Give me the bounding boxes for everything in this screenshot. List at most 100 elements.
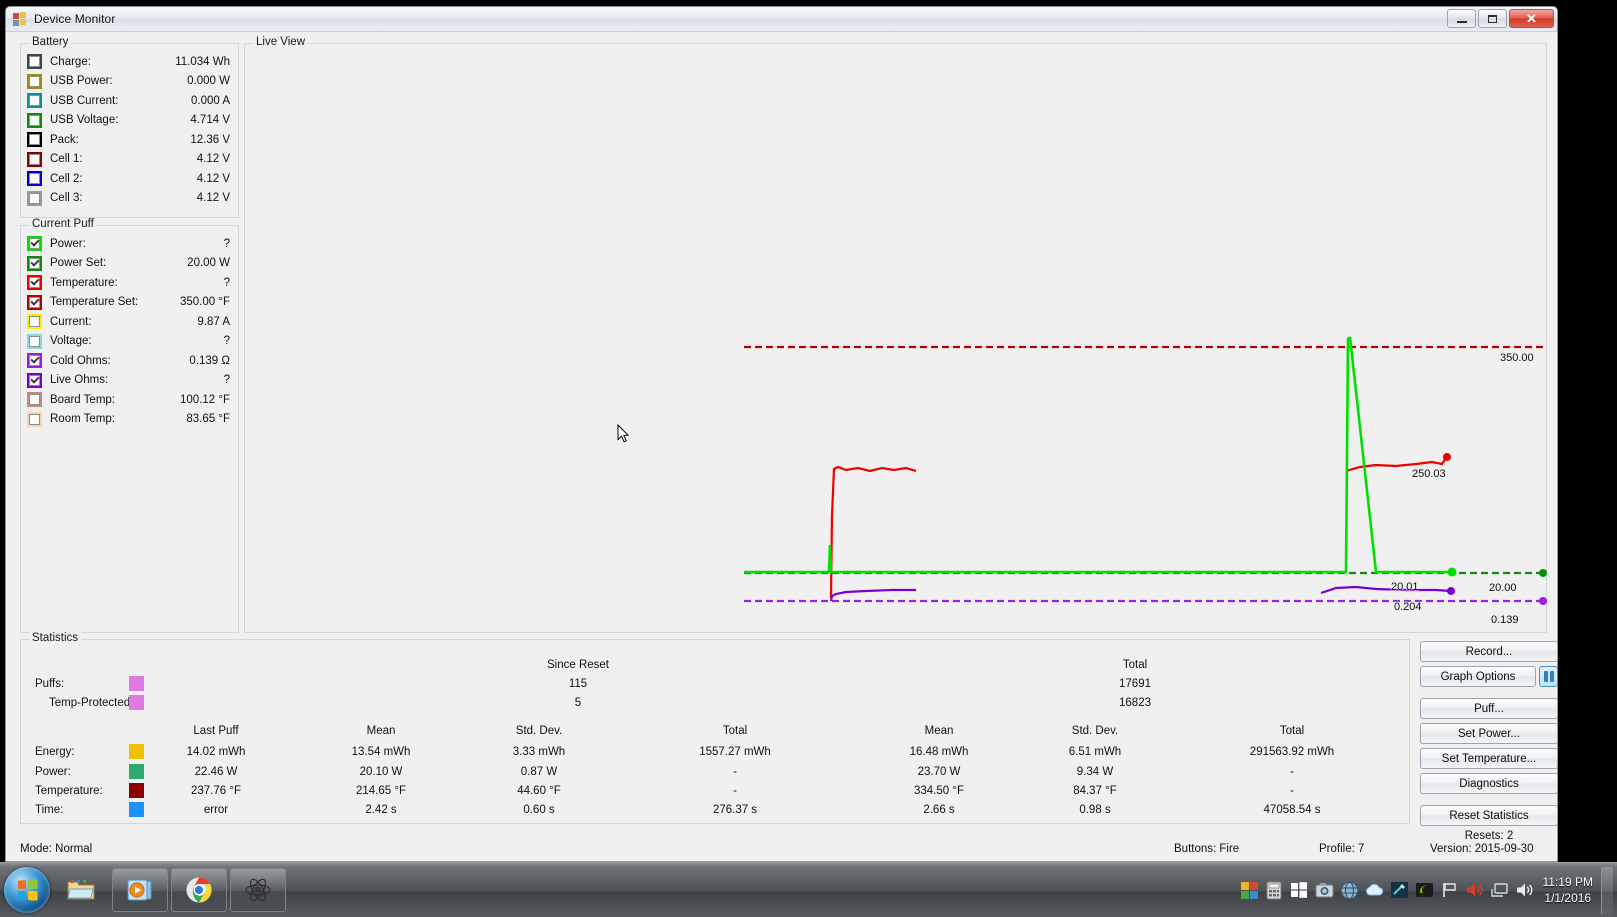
mouse-cursor: [617, 424, 629, 443]
window-title: Device Monitor: [34, 12, 116, 26]
camera-icon[interactable]: [1313, 879, 1336, 902]
minimize-button[interactable]: [1447, 9, 1476, 28]
statistics-cell: -: [733, 785, 737, 797]
nvidia-icon[interactable]: [1413, 879, 1436, 902]
globe-icon[interactable]: [1338, 879, 1361, 902]
puff-button[interactable]: Puff...: [1420, 698, 1558, 719]
windows-logo-icon: [17, 879, 38, 901]
status-mode: Mode: Normal: [20, 843, 93, 855]
statistics-column-header: Std. Dev.: [515, 725, 563, 737]
taskbar-item-chrome[interactable]: [171, 868, 227, 912]
pause-icon[interactable]: [1539, 666, 1558, 687]
battery-series-checkbox[interactable]: [27, 171, 42, 187]
current-puff-row: Current: 9.87 A: [21, 312, 238, 332]
statistics-count-checkbox[interactable]: [129, 695, 144, 710]
maximize-button[interactable]: [1478, 9, 1507, 28]
graph-end-label: 350.00: [1500, 352, 1534, 364]
calculator-icon[interactable]: [1263, 879, 1286, 902]
taskbar-item-atom-app[interactable]: [230, 868, 286, 912]
current-puff-row-label: Current:: [50, 315, 92, 328]
network-icon[interactable]: [1488, 879, 1511, 902]
taskbar-item-media-player[interactable]: [112, 868, 168, 912]
current-puff-series-checkbox[interactable]: [27, 294, 42, 310]
statistics-row-checkbox[interactable]: [129, 764, 144, 779]
current-puff-series-checkbox[interactable]: [27, 236, 42, 252]
diagnostics-button[interactable]: Diagnostics: [1420, 773, 1558, 794]
status-profile: Profile: 7: [1319, 843, 1365, 855]
current-puff-series-checkbox[interactable]: [27, 275, 42, 291]
statistics-column-header: Total: [722, 725, 748, 737]
battery-series-checkbox[interactable]: [27, 112, 42, 128]
statistics-row-checkbox[interactable]: [129, 802, 144, 817]
battery-row-value: 4.12 V: [196, 153, 230, 166]
current-puff-series-checkbox[interactable]: [27, 392, 42, 408]
series-cold-ohms-endpoint: [1539, 597, 1547, 605]
set-temperature-button[interactable]: Set Temperature...: [1420, 748, 1558, 769]
series-power-a: [744, 336, 1351, 574]
battery-row-value: 12.36 V: [190, 133, 230, 146]
battery-row-label: USB Voltage:: [50, 114, 119, 127]
taskbar: 11:19 PM 1/1/2016: [0, 862, 1617, 917]
battery-series-checkbox[interactable]: [27, 54, 42, 70]
reset-statistics-button[interactable]: Reset Statistics: [1420, 805, 1558, 826]
show-desktop-button[interactable]: [1601, 866, 1613, 914]
battery-row-value: 4.714 V: [190, 114, 230, 127]
taskbar-item-file-explorer[interactable]: [53, 868, 109, 912]
battery-series-checkbox[interactable]: [27, 93, 42, 109]
battery-series-checkbox[interactable]: [27, 73, 42, 89]
statistics-count-total: 16823: [1119, 697, 1151, 709]
current-puff-row-label: Live Ohms:: [50, 374, 109, 387]
live-graph[interactable]: 350.00 250.03 20.01 20.00 0.204 0.139: [246, 45, 1547, 631]
statistics-cell: 2.66 s: [923, 804, 955, 816]
current-puff-series-checkbox[interactable]: [27, 372, 42, 388]
graph-options-button[interactable]: Graph Options: [1420, 666, 1536, 687]
current-puff-row: Board Temp: 100.12 °F: [21, 390, 238, 410]
taskbar-clock[interactable]: 11:19 PM 1/1/2016: [1537, 874, 1601, 906]
action-button-column: Record... Graph Options Puff... Set Powe…: [1420, 641, 1560, 842]
close-button[interactable]: ✕: [1509, 9, 1554, 28]
current-puff-row-label: Power Set:: [50, 257, 107, 270]
record-button[interactable]: Record...: [1420, 641, 1558, 662]
cloud-icon[interactable]: [1363, 879, 1386, 902]
statistics-cell: 9.34 W: [1076, 766, 1114, 778]
battery-series-checkbox[interactable]: [27, 132, 42, 148]
windows-icon[interactable]: [1288, 879, 1311, 902]
flag-icon[interactable]: [1438, 879, 1461, 902]
statistics-column-header: Mean: [924, 725, 954, 737]
statistics-total-header: Total: [1122, 659, 1148, 671]
current-puff-row-label: Board Temp:: [50, 393, 115, 406]
current-puff-series-checkbox[interactable]: [27, 314, 42, 330]
battery-series-checkbox[interactable]: [27, 151, 42, 167]
current-puff-series-checkbox[interactable]: [27, 411, 42, 427]
screen: Device Monitor ✕ Battery Charge: 11.034 W…: [0, 0, 1617, 917]
statistics-count-checkbox[interactable]: [129, 676, 144, 691]
media-player-icon: [127, 879, 152, 901]
battery-row-label: Charge:: [50, 55, 91, 68]
start-button[interactable]: [4, 867, 50, 913]
volume-mute-icon[interactable]: [1463, 879, 1486, 902]
statistics-cell: 22.46 W: [194, 766, 238, 778]
statistics-cell: 1557.27 mWh: [699, 746, 771, 758]
statistics-cell: -: [1290, 785, 1294, 797]
current-puff-series-checkbox[interactable]: [27, 255, 42, 271]
tray-app-icon[interactable]: [1238, 879, 1261, 902]
battery-row-label: Cell 3:: [50, 192, 83, 205]
battery-series-checkbox[interactable]: [27, 190, 42, 206]
volume-icon[interactable]: [1513, 879, 1536, 902]
file-explorer-icon: [67, 880, 95, 900]
title-bar[interactable]: Device Monitor ✕: [6, 7, 1557, 32]
statistics-row-checkbox[interactable]: [129, 744, 144, 759]
set-power-button[interactable]: Set Power...: [1420, 723, 1558, 744]
current-puff-series-checkbox[interactable]: [27, 333, 42, 349]
statistics-row-checkbox[interactable]: [129, 783, 144, 798]
statistics-cell: 237.76 °F: [191, 785, 241, 797]
current-puff-series-checkbox[interactable]: [27, 353, 42, 369]
clock-date: 1/1/2016: [1544, 891, 1592, 905]
battery-row: USB Voltage: 4.714 V: [21, 111, 238, 131]
current-puff-row: Voltage:?: [21, 332, 238, 352]
tools-icon[interactable]: [1388, 879, 1411, 902]
current-puff-panel: Current Puff Power:? Power Set: 20.00 W Tem…: [20, 218, 239, 633]
device-monitor-window: Device Monitor ✕ Battery Charge: 11.034 W…: [5, 6, 1558, 862]
statistics-column-header: Last Puff: [193, 725, 239, 737]
current-puff-row-label: Temperature Set:: [50, 296, 139, 309]
